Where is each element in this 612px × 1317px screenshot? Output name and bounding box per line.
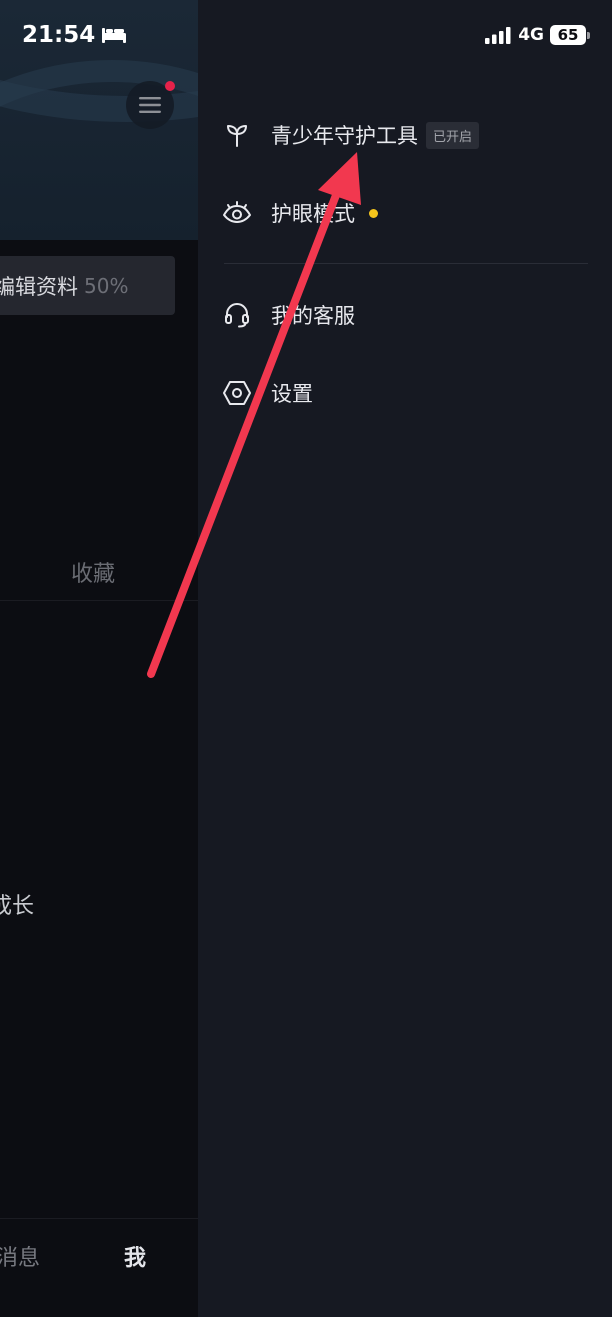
nav-item-messages[interactable]: 消息 [0, 1240, 40, 1272]
edit-profile-label: 编辑资料 [0, 274, 78, 299]
tab-favorites[interactable]: 收藏 [71, 556, 115, 588]
sprout-icon [222, 120, 252, 150]
edit-profile-button[interactable]: 编辑资料 50% [0, 256, 175, 315]
battery-icon: 65 [550, 25, 590, 45]
battery-cap [587, 31, 590, 39]
profile-page-dimmed[interactable]: 编辑资料 50% 收藏 成长 消息 我 [0, 0, 198, 1317]
new-feature-dot [369, 208, 378, 218]
edit-profile-percent: 50% [84, 273, 129, 298]
drawer-item-label: 我的客服 [271, 304, 355, 328]
status-right: 4G 65 [484, 25, 590, 45]
hexagon-settings-icon [222, 378, 252, 408]
drawer-divider [224, 263, 588, 264]
menu-notification-dot [165, 81, 175, 91]
status-badge: 已开启 [426, 121, 480, 149]
signal-icon [485, 27, 511, 44]
nav-item-me[interactable]: 我 [124, 1240, 146, 1272]
growth-label: 成长 [0, 894, 35, 919]
headset-icon [222, 300, 252, 330]
drawer-item-customer-service[interactable]: 我的客服 [222, 293, 355, 337]
status-time-text: 21:54 [22, 22, 96, 48]
drawer-item-label: 护眼模式 [271, 202, 355, 226]
drawer-item-teen-guardian[interactable]: 青少年守护工具 已开启 [222, 113, 480, 157]
bed-icon [102, 28, 127, 43]
status-time: 21:54 [22, 22, 127, 48]
hamburger-icon [139, 97, 161, 113]
drawer-item-label: 青少年守护工具 [271, 124, 418, 148]
network-type: 4G [518, 25, 544, 45]
tab-divider [0, 600, 198, 601]
eye-icon [222, 198, 252, 228]
battery-level: 65 [550, 25, 586, 45]
drawer-item-eye-care[interactable]: 护眼模式 [222, 191, 378, 235]
drawer-item-settings[interactable]: 设置 [222, 371, 313, 415]
drawer-item-label: 设置 [271, 382, 313, 406]
